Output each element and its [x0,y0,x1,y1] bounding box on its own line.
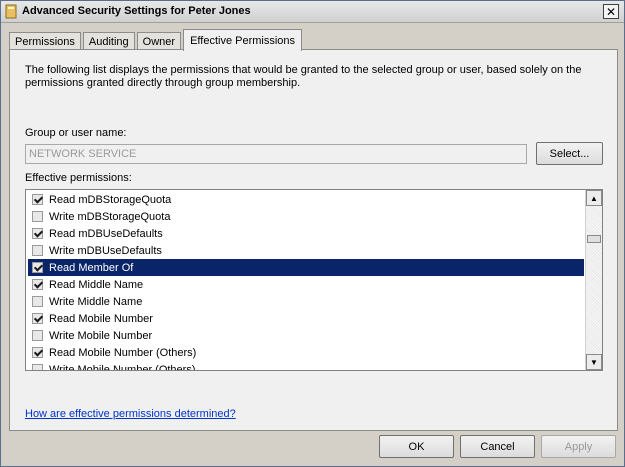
apply-button[interactable]: Apply [541,435,616,458]
unchecked-checkbox-icon [32,245,43,256]
checked-checkbox-icon [32,228,43,239]
description-text: The following list displays the permissi… [25,64,582,89]
tab-label: Permissions [15,35,75,48]
tab-auditing[interactable]: Auditing [82,32,135,50]
tab-strip: Permissions Auditing Owner Effective Per… [9,29,304,51]
checked-checkbox-icon [32,262,43,273]
select-button[interactable]: Select... [536,142,603,165]
checked-checkbox-icon [32,279,43,290]
window-title: Advanced Security Settings for Peter Jon… [22,5,251,17]
permission-row[interactable]: Write Mobile Number [28,327,584,344]
unchecked-checkbox-icon [32,211,43,222]
close-icon: ✕ [605,4,617,19]
tab-label: Effective Permissions [190,34,296,47]
tab-owner[interactable]: Owner [136,32,182,50]
folder-icon [5,4,17,19]
permission-label: Read mDBStorageQuota [49,193,172,206]
permission-label: Read mDBUseDefaults [49,227,163,240]
permission-row[interactable]: Read mDBUseDefaults [28,225,584,242]
tab-effective-permissions[interactable]: Effective Permissions [183,29,303,51]
permission-label: Write Mobile Number (Others) [49,363,196,371]
help-link[interactable]: How are effective permissions determined… [25,408,236,420]
vertical-scrollbar[interactable]: ▲ ▼ [585,190,602,370]
permission-row[interactable]: Read Mobile Number (Others) [28,344,584,361]
unchecked-checkbox-icon [32,330,43,341]
permission-row[interactable]: Read mDBStorageQuota [28,191,584,208]
permission-label: Write mDBStorageQuota [49,210,171,223]
scroll-thumb[interactable] [587,235,601,243]
permission-label: Read Mobile Number [49,312,153,325]
permission-row[interactable]: Write Mobile Number (Others) [28,361,584,371]
permission-label: Read Member Of [49,261,134,274]
title-bar[interactable]: Advanced Security Settings for Peter Jon… [1,1,624,23]
permission-label: Read Mobile Number (Others) [49,346,197,359]
group-name-field[interactable]: NETWORK SERVICE [25,144,527,164]
ok-button[interactable]: OK [379,435,454,458]
tab-label: Owner [142,35,176,48]
scroll-down-button[interactable]: ▼ [586,354,602,370]
permissions-list[interactable]: Read mDBStorageQuota Write mDBStorageQuot… [25,189,603,371]
permission-label: Write Mobile Number [49,329,153,342]
effective-permissions-panel: The following list displays the permissi… [9,49,618,431]
tab-label: Auditing [88,35,129,48]
unchecked-checkbox-icon [32,296,43,307]
permission-row[interactable]: Read Member Of [28,259,584,276]
permission-label: Write mDBUseDefaults [49,244,162,257]
cancel-button[interactable]: Cancel [460,435,535,458]
permissions-items: Read mDBStorageQuota Write mDBStorageQuot… [28,191,584,371]
checked-checkbox-icon [32,194,43,205]
arrow-up-icon: ▲ [590,193,598,203]
arrow-down-icon: ▼ [590,357,598,367]
tab-permissions[interactable]: Permissions [9,32,81,50]
permission-row[interactable]: Write mDBUseDefaults [28,242,584,259]
security-settings-window: Advanced Security Settings for Peter Jon… [0,0,625,467]
group-label: Group or user name: [25,127,127,139]
permission-label: Read Middle Name [49,278,144,291]
permission-row[interactable]: Write Middle Name [28,293,584,310]
unchecked-checkbox-icon [32,364,43,370]
permission-row[interactable]: Read Mobile Number [28,310,584,327]
close-button[interactable]: ✕ [603,4,619,19]
effective-permissions-label: Effective permissions: [25,172,132,184]
permission-row[interactable]: Read Middle Name [28,276,584,293]
permission-label: Write Middle Name [49,295,143,308]
permission-row[interactable]: Write mDBStorageQuota [28,208,584,225]
checked-checkbox-icon [32,347,43,358]
checked-checkbox-icon [32,313,43,324]
scroll-up-button[interactable]: ▲ [586,190,602,206]
